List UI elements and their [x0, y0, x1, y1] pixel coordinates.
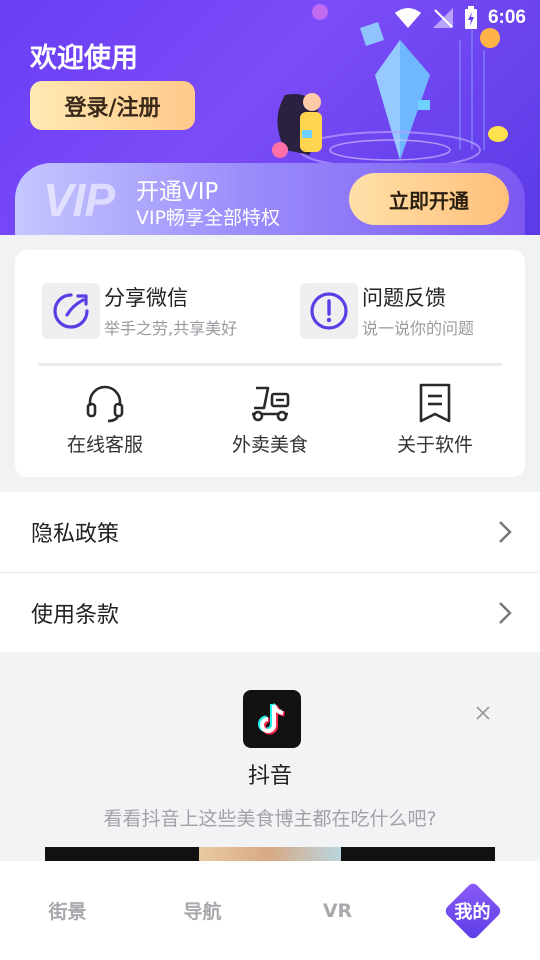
delivery-scooter-icon: [252, 386, 290, 422]
headset-icon: [86, 385, 124, 423]
food-delivery-button[interactable]: 外卖美食: [200, 382, 340, 457]
login-register-button[interactable]: 登录/注册: [30, 81, 195, 130]
vip-title: 开通VIP: [136, 179, 219, 205]
feature-card: 分享微信 举手之劳,共享美好 问题反馈 说一说你的问题 在线客服 外卖美食 关于…: [15, 250, 525, 477]
online-service-label: 在线客服: [66, 434, 143, 456]
ad-thumbnail: [45, 847, 199, 861]
nav-navigation[interactable]: 导航: [135, 897, 270, 924]
chevron-right-icon: [499, 601, 512, 624]
douyin-logo-icon: [243, 690, 301, 748]
card-divider: [38, 363, 502, 366]
online-service-button[interactable]: 在线客服: [35, 382, 175, 457]
share-icon: [42, 282, 100, 339]
ad-app-name: 抖音: [247, 764, 292, 789]
feedback-subtitle: 说一说你的问题: [362, 319, 475, 338]
food-delivery-label: 外卖美食: [231, 434, 308, 456]
header-illustration: [272, 4, 508, 169]
about-software-button[interactable]: 关于软件: [365, 382, 505, 457]
ad-thumbnails: [45, 847, 495, 861]
nav-street-view[interactable]: 街景: [0, 897, 135, 924]
privacy-policy-row[interactable]: 隐私政策: [0, 492, 540, 572]
ad-banner[interactable]: 抖音 看看抖音上这些美食博主都在吃什么吧?: [0, 653, 540, 861]
settings-list: 隐私政策 使用条款: [0, 492, 540, 652]
chevron-right-icon: [499, 521, 512, 543]
share-wechat-title: 分享微信: [104, 286, 188, 310]
privacy-policy-label: 隐私政策: [31, 522, 120, 547]
nav-mine[interactable]: 我的: [442, 880, 503, 941]
ad-thumbnail: [341, 847, 495, 861]
welcome-text: 欢迎使用: [30, 43, 138, 74]
share-wechat-item[interactable]: 分享微信 举手之劳,共享美好: [42, 282, 237, 339]
nav-vr[interactable]: VR: [270, 900, 405, 922]
vip-banner[interactable]: VIP 开通VIP VIP畅享全部特权 立即开通: [15, 163, 525, 235]
feedback-icon: [300, 282, 358, 339]
ad-description: 看看抖音上这些美食博主都在吃什么吧?: [103, 808, 437, 830]
ad-thumbnail: [199, 847, 341, 861]
about-document-icon: [419, 383, 451, 423]
terms-of-use-label: 使用条款: [31, 602, 120, 628]
bottom-nav: 街景 导航 VR 我的: [0, 861, 540, 960]
terms-of-use-row[interactable]: 使用条款: [0, 572, 540, 652]
share-wechat-subtitle: 举手之劳,共享美好: [104, 319, 238, 338]
about-software-label: 关于软件: [396, 434, 473, 456]
vip-subtitle: VIP畅享全部特权: [136, 207, 281, 229]
feedback-item[interactable]: 问题反馈 说一说你的问题: [300, 282, 474, 339]
nav-mine-label: 我的: [454, 901, 491, 923]
close-icon[interactable]: [474, 704, 492, 722]
activate-vip-button[interactable]: 立即开通: [349, 173, 509, 225]
feedback-title: 问题反馈: [362, 286, 446, 310]
profile-header: 6:06 欢迎使用 登录/注册 VIP 开通VIP VIP畅享全部特权 立即开通: [0, 0, 540, 235]
vip-logo: VIP: [43, 174, 115, 226]
